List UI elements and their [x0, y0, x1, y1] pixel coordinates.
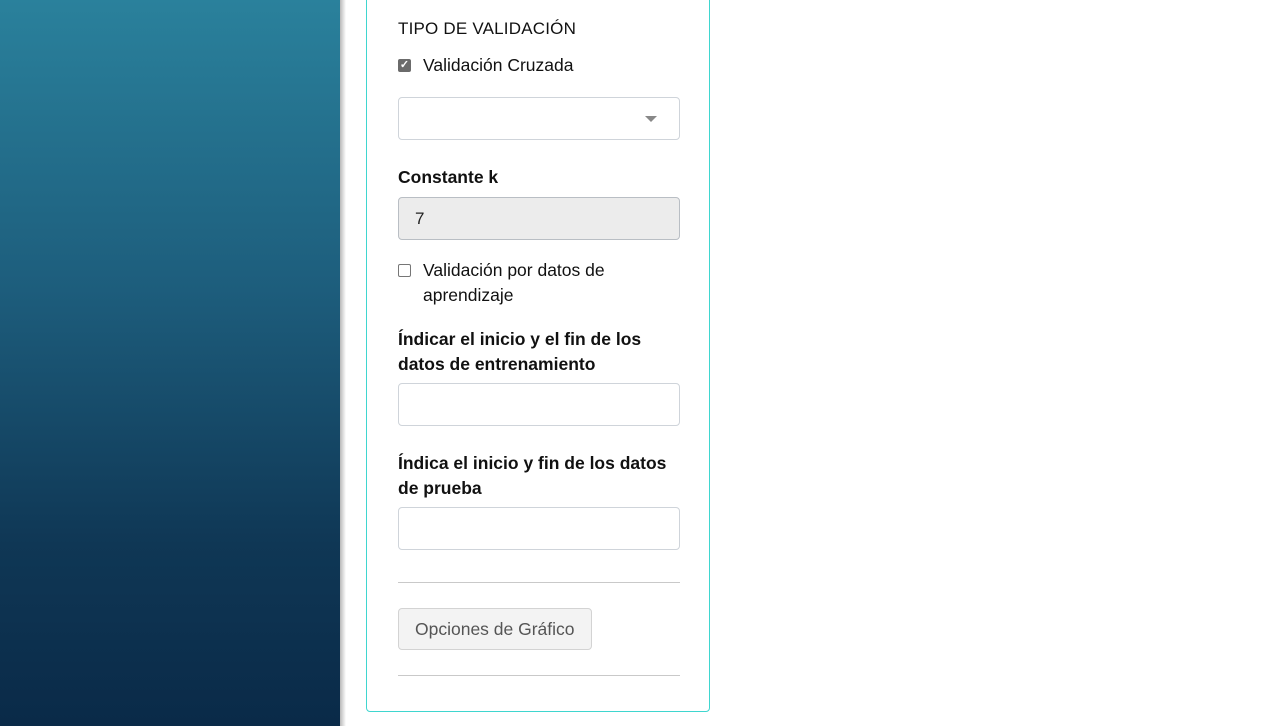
training-range-label: Índicar el inicio y el fin de los datos …: [398, 329, 642, 374]
section-title: TIPO DE VALIDACIÓN: [398, 19, 577, 38]
k-constant-input[interactable]: [398, 197, 680, 240]
cross-validation-option[interactable]: ✓ Validación Cruzada: [398, 53, 680, 78]
learning-validation-checkbox[interactable]: [398, 264, 411, 277]
validation-method-select[interactable]: [398, 97, 680, 140]
divider-top: [398, 582, 680, 583]
cross-validation-checkbox[interactable]: ✓: [398, 59, 411, 72]
cross-validation-label: Validación Cruzada: [423, 55, 574, 75]
learning-validation-option[interactable]: Validación por datos de aprendizaje: [398, 258, 680, 308]
divider-bottom: [398, 675, 680, 676]
chart-options-button[interactable]: Opciones de Gráfico: [398, 608, 592, 650]
k-constant-label: Constante k: [398, 167, 499, 187]
chevron-down-icon: [645, 116, 657, 122]
check-icon: ✓: [399, 59, 410, 71]
sidebar: [0, 0, 340, 726]
test-range-label: Índica el inicio y fin de los datos de p…: [398, 453, 667, 498]
learning-validation-label: Validación por datos de aprendizaje: [423, 260, 605, 305]
training-range-input[interactable]: [398, 383, 680, 426]
sidebar-shadow: [340, 0, 346, 726]
test-range-input[interactable]: [398, 507, 680, 550]
